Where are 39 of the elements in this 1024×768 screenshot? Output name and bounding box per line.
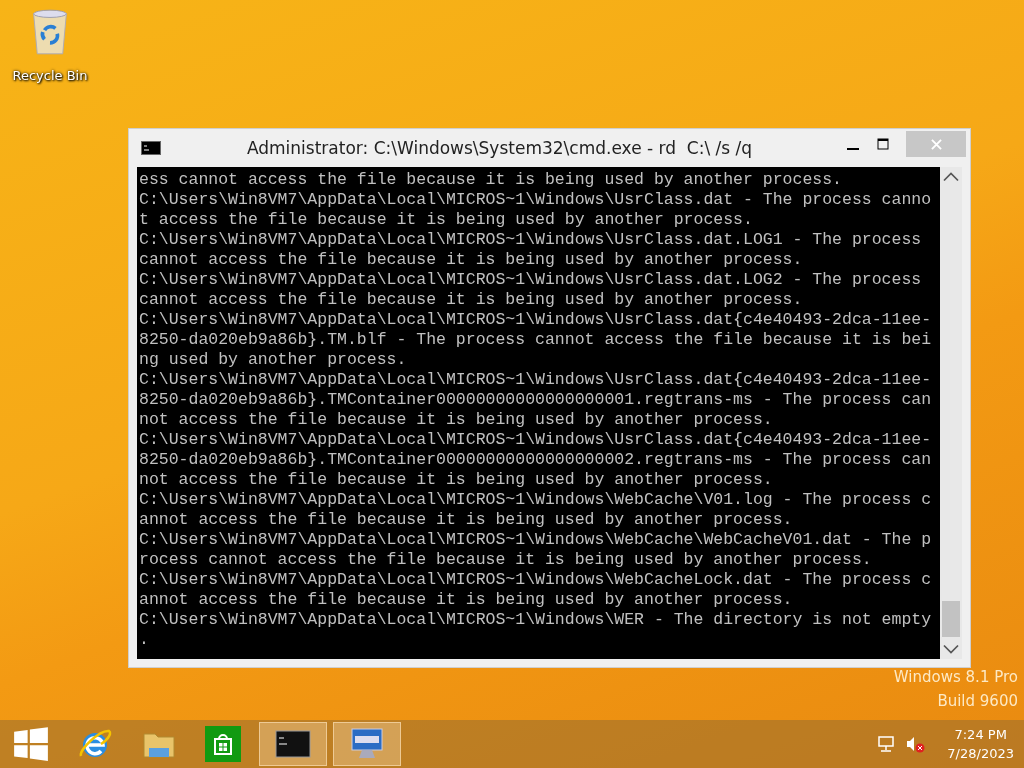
console-line: 8250-da020eb9a86b}.TMContainer00000000000000000001.regtrans-ms - The process can — [139, 390, 933, 410]
window-title: Administrator: C:\Windows\System32\cmd.exe - rd C:\ /s /q — [245, 138, 754, 158]
console-line: annot access the file because it is being used by another process. — [139, 510, 794, 530]
console-line: cannot access the file because it is being used by another process. — [139, 250, 804, 270]
watermark-text: Build 9600 — [937, 692, 1018, 710]
console-line: C:\Users\Win8VM7\AppData\Local\MICROS~1\Windows\WER - The directory is not empty — [139, 610, 933, 630]
windows-logo-icon — [13, 726, 49, 762]
console-line: ng used by another process. — [139, 350, 408, 370]
console-line: t access the file because it is being used by another process. — [139, 210, 754, 230]
console-line: rocess cannot access the file because it is being used by another process. — [139, 550, 873, 570]
console-line: cannot access the file because it is being used by another process. — [139, 290, 804, 310]
close-icon — [930, 138, 942, 150]
console-line: 8250-da020eb9a86b}.TM.blf - The process cannot access the file because it is bei — [139, 330, 933, 350]
console-line: C:\Users\Win8VM7\AppData\Local\MICROS~1\Windows\UsrClass.dat{c4e40493-2dca-11ee- — [139, 310, 933, 330]
console-line: C:\Users\Win8VM7\AppData\Local\MICROS~1\Windows\UsrClass.dat - The process canno — [139, 190, 933, 210]
minimize-icon — [847, 148, 859, 150]
console-line: ess cannot access the file because it is being used by another process. — [139, 170, 843, 190]
console-line: C:\Users\Win8VM7\AppData\Local\MICROS~1\Windows\WebCache\V01.log - The process c — [139, 490, 933, 510]
console-line: C:\Users\Win8VM7\AppData\Local\MICROS~1\Windows\WebCacheLock.dat - The process c — [139, 570, 933, 590]
clock-time[interactable]: 7:24 PM — [954, 725, 1007, 744]
console-line: C:\Users\Win8VM7\AppData\Local\MICROS~1\Windows\UsrClass.dat{c4e40493-2dca-11ee- — [139, 370, 933, 390]
console-line: not access the file because it is being used by another process. — [139, 470, 774, 490]
console-line: C:\Users\Win8VM7\AppData\Local\MICROS~1\Windows\WebCache\WebCacheV01.dat - The p — [139, 530, 933, 550]
desktop-icon-label[interactable]: Recycle Bin — [12, 68, 88, 83]
scroll-thumb[interactable] — [942, 601, 960, 637]
taskbar-button[interactable] — [259, 722, 327, 766]
console-line: C:\Users\Win8VM7\AppData\Local\MICROS~1\Windows\UsrClass.dat{c4e40493-2dca-11ee- — [139, 430, 933, 450]
store-bag-icon — [205, 726, 241, 762]
console-line: C:\Users\Win8VM7\AppData\Local\MICROS~1\Windows\UsrClass.dat.LOG2 - The process — [139, 270, 923, 290]
console-line: . — [139, 630, 150, 650]
watermark-text: Windows 8.1 Pro — [893, 668, 1018, 686]
console-line: annot access the file because it is being used by another process. — [139, 590, 794, 610]
maximize-icon — [877, 138, 889, 150]
console-line: not access the file because it is being used by another process. — [139, 410, 774, 430]
clock-date[interactable]: 7/28/2023 — [947, 744, 1014, 763]
scrollbar[interactable] — [940, 167, 962, 659]
console-icon — [141, 141, 161, 155]
console-line: C:\Users\Win8VM7\AppData\Local\MICROS~1\Windows\UsrClass.dat.LOG1 - The process — [139, 230, 923, 250]
console-line: 8250-da020eb9a86b}.TMContainer00000000000000000002.regtrans-ms - The process can — [139, 450, 933, 470]
